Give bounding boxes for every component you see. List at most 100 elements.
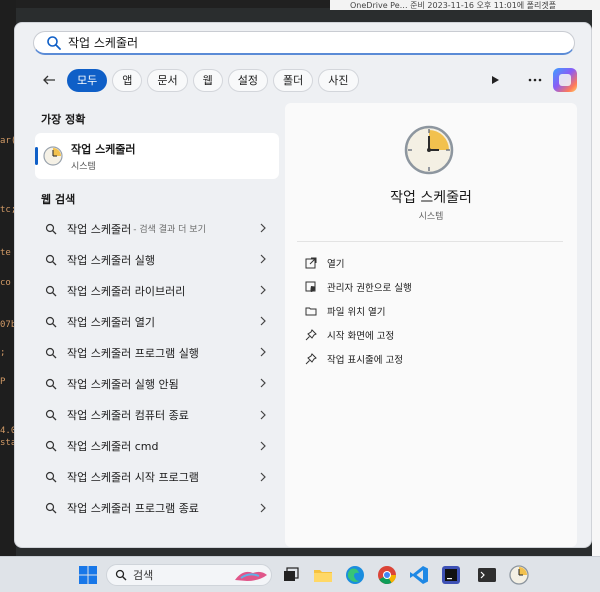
action-pin-to-start[interactable]: 시작 화면에 고정 (299, 323, 563, 347)
web-search-text: 작업 스케줄러 cmd (67, 440, 159, 454)
web-search-item[interactable]: 작업 스케줄러 컴퓨터 종료 (35, 400, 279, 431)
chevron-right-icon (260, 503, 266, 513)
chrome-icon[interactable] (376, 564, 398, 586)
search-input[interactable] (68, 35, 548, 50)
search-icon (45, 410, 57, 421)
action-label: 관리자 권한으로 실행 (327, 283, 412, 294)
edge-icon[interactable] (344, 564, 366, 586)
pin-icon (305, 353, 317, 365)
web-search-item[interactable]: 작업 스케줄러 라이브러리 (35, 275, 279, 306)
taskbar-search-placeholder: 검색 (133, 569, 154, 582)
action-pin-to-taskbar[interactable]: 작업 표시줄에 고정 (299, 347, 563, 371)
search-icon (45, 285, 57, 297)
code-fragment: te (0, 248, 11, 258)
back-button[interactable] (37, 68, 61, 92)
chevron-right-icon (260, 254, 266, 264)
web-search-item[interactable]: 작업 스케줄러 열기 (35, 306, 279, 337)
filter-chip-photos[interactable]: 사진 (318, 68, 359, 92)
intellij-icon[interactable] (440, 564, 462, 586)
windows-start-icon[interactable] (76, 563, 100, 587)
best-match-heading: 가장 정확 (41, 113, 86, 126)
search-icon (47, 35, 61, 50)
action-label: 작업 표시줄에 고정 (327, 355, 403, 366)
chevron-right-icon (260, 316, 266, 326)
action-label: 시작 화면에 고정 (327, 331, 395, 342)
taskbar: 검색 (0, 556, 600, 592)
chevron-right-icon (260, 223, 266, 233)
background-window-edge (16, 0, 330, 8)
details-actions: 열기 관리자 권한으로 실행 파일 위치 열기 시작 화면에 고정 작업 표시줄… (299, 251, 563, 371)
filter-chip-all[interactable]: 모두 (67, 68, 108, 92)
more-filters-button[interactable] (481, 68, 509, 92)
filter-chip-web[interactable]: 웹 (192, 68, 223, 92)
web-search-text: 작업 스케줄러 열기 (67, 315, 155, 329)
copilot-icon[interactable] (553, 68, 577, 92)
search-box[interactable] (33, 31, 575, 55)
background-file-explorer-row: OneDrive Pe… 준비 2023-11-16 오후 11:01에 폴리겟… (330, 0, 600, 10)
taskbar-search-box[interactable]: 검색 (106, 564, 272, 586)
terminal-icon[interactable] (476, 564, 498, 586)
web-search-text: 작업 스케줄러 프로그램 종료 (67, 502, 199, 516)
web-search-item[interactable]: 작업 스케줄러 - 검색 결과 더 보기 (35, 213, 279, 244)
web-search-list: 작업 스케줄러 - 검색 결과 더 보기 작업 스케줄러 실행 작업 스케줄러 … (35, 213, 279, 524)
best-match-name: 작업 스케줄러 (71, 142, 136, 156)
vscode-icon[interactable] (408, 564, 430, 586)
task-scheduler-icon (404, 125, 454, 175)
web-search-heading: 웹 검색 (41, 193, 76, 206)
chevron-right-icon (260, 441, 266, 451)
best-match-item[interactable]: 작업 스케줄러 시스템 (35, 133, 279, 179)
search-icon (45, 347, 57, 359)
web-search-suffix: - 검색 결과 더 보기 (133, 225, 206, 236)
action-label: 파일 위치 열기 (327, 307, 386, 318)
file-explorer-icon[interactable] (312, 564, 334, 586)
search-icon (45, 441, 57, 452)
search-icon (45, 378, 57, 390)
search-icon (45, 316, 57, 328)
web-search-item[interactable]: 작업 스케줄러 실행 (35, 244, 279, 275)
task-view-icon[interactable] (280, 564, 302, 586)
action-open-file-location[interactable]: 파일 위치 열기 (299, 299, 563, 323)
shield-icon (305, 281, 316, 292)
chevron-right-icon (260, 285, 266, 295)
chevron-right-icon (260, 472, 266, 482)
chevron-right-icon (260, 379, 266, 388)
web-search-text: 작업 스케줄러 라이브러리 (67, 284, 186, 298)
pin-icon (305, 329, 317, 341)
web-search-text: 작업 스케줄러 컴퓨터 종료 (67, 409, 189, 423)
arrow-left-icon (43, 75, 55, 85)
action-label: 열기 (327, 259, 345, 270)
best-match-type: 시스템 (71, 161, 96, 172)
options-button[interactable] (521, 68, 549, 92)
web-search-item[interactable]: 작업 스케줄러 cmd (35, 431, 279, 462)
task-scheduler-icon (43, 146, 63, 166)
task-scheduler-icon[interactable] (508, 564, 530, 586)
code-fragment: ; (0, 348, 6, 358)
more-icon (528, 78, 542, 82)
web-search-text: 작업 스케줄러 실행 (67, 253, 155, 267)
filter-bar: 모두 앱 문서 웹 설정 폴더 사진 (37, 68, 364, 92)
details-app-type: 시스템 (418, 212, 444, 222)
search-icon (45, 254, 57, 266)
selection-indicator (35, 147, 38, 165)
filter-chip-folders[interactable]: 폴더 (273, 68, 314, 92)
background-window-edge-right (592, 10, 600, 556)
web-search-item[interactable]: 작업 스케줄러 시작 프로그램 (35, 462, 279, 493)
action-run-as-admin[interactable]: 관리자 권한으로 실행 (299, 275, 563, 299)
web-search-text: 작업 스케줄러 (67, 222, 132, 236)
start-search-panel: 모두 앱 문서 웹 설정 폴더 사진 가장 정확 작업 스케줄러 시스템 (14, 22, 592, 548)
search-icon (45, 503, 57, 514)
filter-chip-settings[interactable]: 설정 (227, 68, 268, 92)
code-fragment: co (0, 278, 11, 288)
filter-chip-documents[interactable]: 문서 (147, 68, 188, 92)
action-open[interactable]: 열기 (299, 251, 563, 275)
web-search-item[interactable]: 작업 스케줄러 실행 안됨 (35, 368, 279, 399)
folder-icon (305, 307, 317, 316)
web-search-item[interactable]: 작업 스케줄러 프로그램 실행 (35, 337, 279, 368)
web-search-text: 작업 스케줄러 실행 안됨 (67, 378, 179, 392)
filter-chip-apps[interactable]: 앱 (112, 68, 143, 92)
filter-bar-controls (481, 68, 577, 92)
web-search-item[interactable]: 작업 스케줄러 프로그램 종료 (35, 493, 279, 524)
play-icon (492, 76, 499, 84)
details-pane: 작업 스케줄러 시스템 열기 관리자 권한으로 실행 파일 위치 열기 시작 화… (285, 103, 577, 547)
divider (297, 241, 563, 242)
